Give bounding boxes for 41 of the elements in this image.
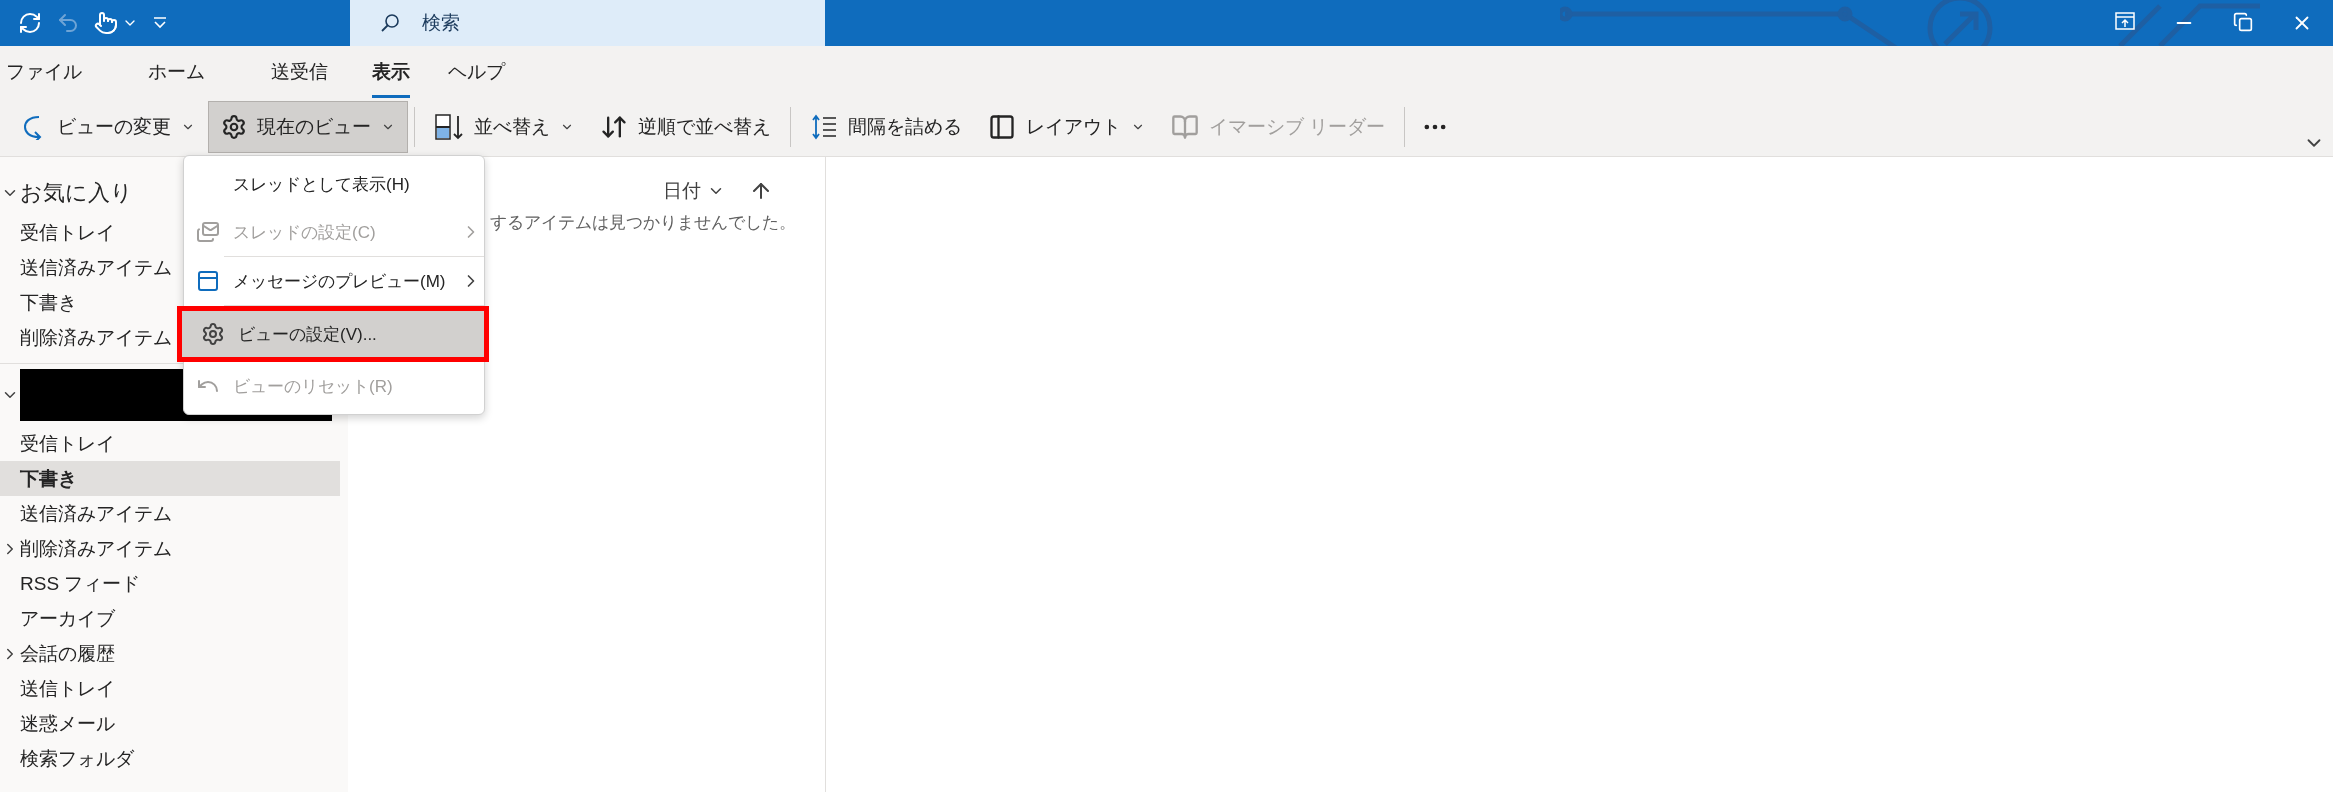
folder-item[interactable]: 送信済みアイテム [0,496,340,531]
ribbon-button[interactable]: 間隔を詰める [797,101,975,153]
sort-icon [434,112,464,142]
folder-item[interactable]: 送信トレイ [0,671,340,706]
menu-tab[interactable]: 送受信 [271,59,328,98]
search-icon [380,13,400,33]
gear-icon [201,322,225,346]
menu-tab[interactable]: ファイル [6,59,82,98]
touch-icon[interactable] [94,11,118,35]
search-field[interactable]: 検索 [350,0,825,46]
gear-icon [221,114,247,140]
folder-item[interactable]: 下書き [0,461,340,496]
menu-item[interactable]: メッセージのプレビュー(M) [177,257,489,305]
menu-tab[interactable]: ホーム [148,59,205,98]
restore-icon[interactable] [2233,12,2253,32]
ribbon-button[interactable]: レイアウト [975,101,1158,153]
pin-window-icon[interactable] [2115,12,2135,30]
empty-message: するアイテムは見つかりませんでした。 [490,212,796,234]
folder-item[interactable]: 会話の履歴 [0,636,340,671]
folder-item[interactable]: 受信トレイ [0,426,340,461]
preview-pane-icon [196,269,220,293]
menu-item[interactable]: ビューの設定(V)... [182,311,484,357]
ribbon-button[interactable]: 逆順で並べ替え [587,101,784,153]
ribbon-button[interactable]: 並べ替え [421,101,587,153]
group-title[interactable]: お気に入り [20,178,133,208]
folder-item[interactable]: 迷惑メール [0,706,340,741]
ribbon-button[interactable]: 現在のビュー [208,101,408,153]
sync-icon[interactable] [18,11,42,35]
folder-item[interactable]: RSS フィード [0,566,340,601]
layout-icon [988,113,1016,141]
folder-item[interactable]: 削除済みアイテム [0,531,340,566]
folder-item[interactable]: アーカイブ [0,601,340,636]
menu-item[interactable]: スレッドとして表示(H) [177,160,489,208]
book-icon [1171,113,1199,141]
folder-item[interactable]: 検索フォルダ [0,741,340,776]
customize-icon[interactable] [152,16,168,30]
menu-tab[interactable]: ヘルプ [448,59,505,98]
sort-button[interactable]: 日付 [663,178,725,204]
envelopes-icon [196,220,220,244]
line-spacing-icon [810,113,838,141]
ribbon-button[interactable]: ビューの変更 [8,101,208,153]
